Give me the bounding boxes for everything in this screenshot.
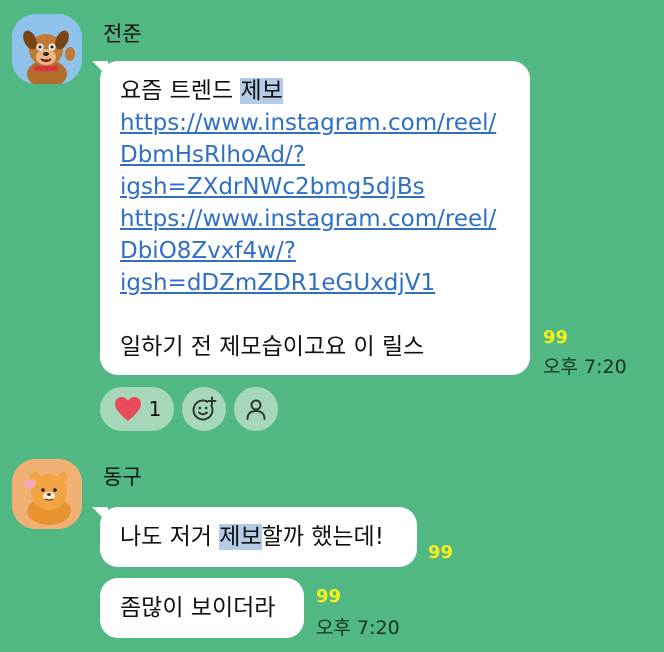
heart-reaction-count: 1 — [148, 397, 162, 421]
lion-character-avatar-icon — [12, 459, 82, 529]
unread-count: 99 — [428, 542, 454, 563]
message-line: 나도 저거 제보할까 했는데! — [120, 524, 384, 550]
instagram-link-1-line2[interactable]: DbmHsRlhoAd/? — [120, 139, 530, 171]
avatar-jeonjun[interactable] — [12, 14, 82, 84]
reaction-members-button[interactable] — [234, 387, 278, 431]
instagram-link-2-line1[interactable]: https://www.instagram.com/reel/ — [120, 203, 530, 235]
message-time: 오후 7:20 — [316, 617, 400, 639]
message-bubble-2[interactable]: 나도 저거 제보할까 했는데! — [92, 507, 417, 567]
add-emoji-icon — [192, 396, 217, 421]
add-reaction-button[interactable] — [182, 387, 226, 431]
unread-count: 99 — [543, 327, 569, 348]
sender-name-jeonjun: 전준 — [103, 22, 142, 46]
message-bubble-1[interactable]: 요즘 트렌드 제보 https://www.instagram.com/reel… — [92, 61, 530, 375]
heart-reaction-button[interactable]: 1 — [100, 387, 174, 431]
reaction-bar: 1 — [100, 387, 278, 431]
unread-count: 99 — [316, 586, 342, 607]
dog-character-avatar-icon — [12, 14, 82, 84]
avatar-donggu[interactable] — [12, 459, 82, 529]
message-line: 요즘 트렌드 제보 — [120, 78, 283, 104]
message-bubble-3[interactable]: 좀많이 보이더라 — [100, 578, 304, 638]
instagram-link-1-line3[interactable]: igsh=ZXdrNWc2bmg5djBs — [120, 171, 530, 203]
instagram-link-1-line1[interactable]: https://www.instagram.com/reel/ — [120, 107, 530, 139]
instagram-link-2-line3[interactable]: igsh=dDZmZDR1eGUxdjV1 — [120, 267, 530, 299]
heart-icon — [114, 397, 141, 421]
search-highlight: 제보 — [240, 78, 283, 104]
instagram-link-2-line2[interactable]: DbiO8Zvxf4w/? — [120, 235, 530, 267]
person-icon — [246, 399, 266, 420]
sender-name-donggu: 동구 — [103, 465, 142, 489]
message-line: 좀많이 보이더라 — [120, 595, 276, 621]
message-time: 오후 7:20 — [543, 356, 627, 378]
message-line: 일하기 전 제모습이고요 이 릴스 — [120, 334, 425, 360]
search-highlight: 제보 — [219, 524, 262, 550]
